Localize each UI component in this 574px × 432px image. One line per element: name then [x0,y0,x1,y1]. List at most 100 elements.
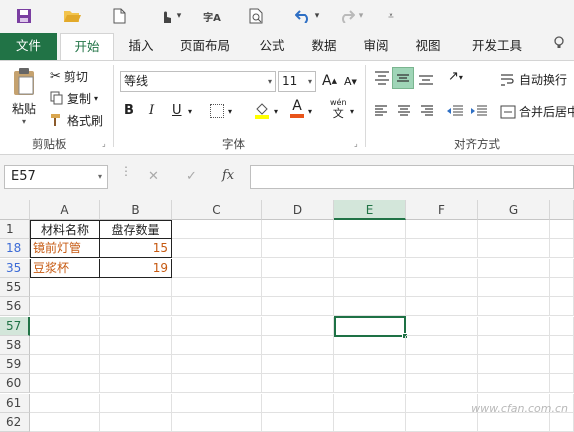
cell-c58[interactable] [172,335,262,355]
cell-c62[interactable] [172,413,262,432]
tab-view[interactable]: 视图 [406,33,450,60]
cell-g56[interactable] [478,297,550,317]
worksheet-grid[interactable]: ABCDEFG 1 材料名称 盘存数量 18 镜前灯管 15 35 豆浆杯 19 55 56 57 58… [0,200,574,432]
cell-g60[interactable] [478,374,550,394]
row-header-60[interactable]: 60 [0,374,30,394]
formula-input[interactable] [250,165,574,189]
save-icon[interactable] [14,6,34,26]
column-header-a[interactable]: A [30,200,100,220]
cell-a60[interactable] [30,374,100,394]
cell-e62[interactable] [334,413,406,432]
tell-me-icon[interactable] [544,33,574,60]
orientation-icon[interactable]: ↗▾ [448,69,463,84]
cell-c35[interactable] [172,258,262,278]
insert-function-icon[interactable]: fx [222,168,234,183]
tab-home[interactable]: 开始 [60,33,114,61]
tab-data[interactable]: 数据 [302,33,346,60]
cell-d55[interactable] [262,277,334,297]
cell-f59[interactable] [406,355,478,375]
cell-e57[interactable] [334,315,408,339]
align-left-icon[interactable] [374,105,388,120]
row-header-61[interactable]: 61 [0,393,30,413]
cell-e59[interactable] [334,355,406,375]
chevron-down-icon[interactable]: ▾ [350,107,354,116]
tab-insert[interactable]: 插入 [118,33,164,60]
cell-b18[interactable]: 15 [100,239,172,259]
cell-c1[interactable] [172,220,262,239]
cell-e61[interactable] [334,393,406,413]
merge-center-button[interactable]: 合并后居中 [500,103,574,120]
redo-icon[interactable]: ▾ [334,6,368,26]
select-all-corner[interactable] [0,200,30,220]
chevron-down-icon[interactable]: ▾ [188,107,192,116]
column-header-c[interactable]: C [172,200,262,220]
column-header-b[interactable]: B [100,200,172,220]
cell-d59[interactable] [262,355,334,375]
spell-check-icon[interactable]: 字A [200,6,224,26]
cancel-icon[interactable]: ✕ [148,169,159,184]
cell-d18[interactable] [262,239,334,259]
cell-a58[interactable] [30,335,100,355]
open-icon[interactable] [60,6,84,26]
cell-h60[interactable] [550,374,574,394]
align-center-icon[interactable] [397,105,411,120]
cell-a1[interactable]: 材料名称 [30,220,100,239]
cell-b35[interactable]: 19 [100,258,172,278]
font-color-icon[interactable]: A [290,99,304,118]
cell-h35[interactable] [550,258,574,278]
cell-h18[interactable] [550,239,574,259]
wrap-text-button[interactable]: 自动换行 [500,71,567,88]
font-name-select[interactable]: 等线 ▾ [120,71,276,92]
cell-b62[interactable] [100,413,172,432]
column-header-g[interactable]: G [478,200,550,220]
font-size-select[interactable]: 11 ▾ [278,71,316,92]
name-box[interactable]: E57 ▾ [4,165,108,189]
dialog-launcher-icon[interactable]: ⌟ [354,139,358,148]
align-bottom-icon[interactable] [418,71,434,88]
cell-g57[interactable] [478,316,550,336]
cell-d35[interactable] [262,258,334,278]
cell-f60[interactable] [406,374,478,394]
bold-button[interactable]: B [124,103,134,118]
cell-g1[interactable] [478,220,550,239]
row-header-62[interactable]: 62 [0,413,30,432]
row-header-1[interactable]: 1 [0,220,30,239]
cell-a35[interactable]: 豆浆杯 [30,258,100,278]
cell-e18[interactable] [334,239,406,259]
cell-b55[interactable] [100,277,172,297]
cell-b1[interactable]: 盘存数量 [100,220,172,239]
column-header-d[interactable]: D [262,200,334,220]
cell-g62[interactable] [478,413,550,432]
tab-developer[interactable]: 开发工具 [462,33,532,60]
cell-d61[interactable] [262,393,334,413]
cell-f58[interactable] [406,335,478,355]
tab-review[interactable]: 审阅 [354,33,398,60]
cell-b60[interactable] [100,374,172,394]
chevron-down-icon[interactable]: ▾ [228,107,232,116]
row-header-58[interactable]: 58 [0,335,30,355]
row-header-18[interactable]: 18 [0,239,30,259]
cell-c57[interactable] [172,316,262,336]
tab-page-layout[interactable]: 页面布局 [170,33,240,60]
cell-h56[interactable] [550,297,574,317]
cell-h59[interactable] [550,355,574,375]
row-header-57[interactable]: 57 [0,316,30,336]
increase-indent-icon[interactable] [470,105,488,120]
cell-h62[interactable] [550,413,574,432]
cell-e58[interactable] [334,335,406,355]
cut-button[interactable]: ✂ 剪切 [50,67,88,85]
cell-a61[interactable] [30,393,100,413]
cell-d62[interactable] [262,413,334,432]
cell-d60[interactable] [262,374,334,394]
cell-a57[interactable] [30,316,100,336]
cell-b58[interactable] [100,335,172,355]
column-header-h[interactable] [550,200,574,220]
cell-g35[interactable] [478,258,550,278]
cell-f61[interactable] [406,393,478,413]
align-right-icon[interactable] [420,105,434,120]
copy-button[interactable]: 复制 ▾ [50,89,98,107]
cell-b56[interactable] [100,297,172,317]
cell-d57[interactable] [262,316,334,336]
cell-h57[interactable] [550,316,574,336]
cell-h58[interactable] [550,335,574,355]
